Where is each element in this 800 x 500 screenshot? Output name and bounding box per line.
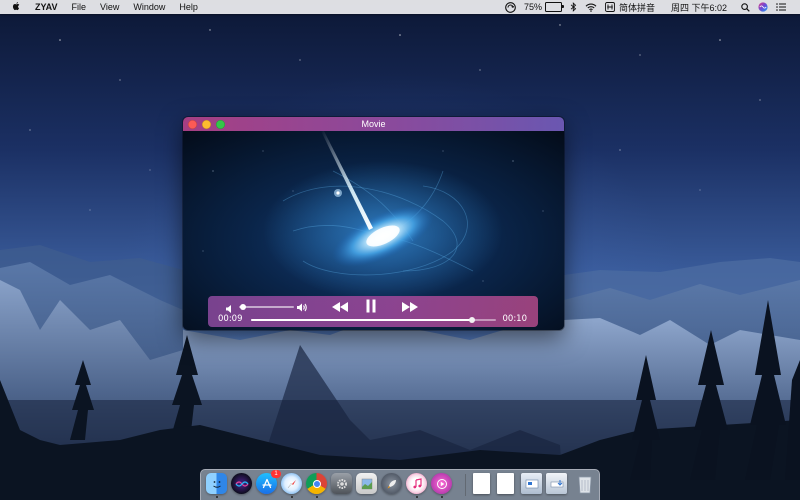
volume-slider[interactable] (239, 304, 294, 310)
finder-icon[interactable] (206, 473, 227, 494)
fullscreen-window-button[interactable] (216, 119, 225, 129)
app-store-badge: 1 (271, 470, 281, 478)
document-icon[interactable] (473, 473, 490, 494)
spotlight-search-icon[interactable] (741, 2, 750, 12)
window-title: Movie (361, 119, 386, 129)
rewind-button[interactable] (331, 300, 349, 318)
total-duration: 00:10 (502, 314, 528, 324)
notification-center-icon[interactable] (776, 3, 786, 11)
finder-running-indicator (216, 496, 218, 498)
menu-bar: ZYAV File View Window Help 75% 简体拼音 周四 下… (0, 0, 800, 14)
music-icon[interactable] (406, 473, 427, 494)
chrome-running-indicator (316, 496, 318, 498)
siri-icon[interactable] (231, 473, 252, 494)
bluetooth-icon[interactable] (570, 2, 577, 12)
pause-button[interactable] (365, 299, 377, 318)
dock-separator (465, 474, 466, 496)
trash-icon[interactable] (574, 473, 595, 494)
seek-bar-knob[interactable] (468, 317, 475, 323)
app-store-icon[interactable]: 1 (256, 470, 281, 494)
battery-status[interactable]: 75% (523, 2, 564, 12)
itunes-running-indicator (416, 496, 418, 498)
player-app-running-indicator (441, 496, 443, 498)
menu-app-name[interactable]: ZYAV (35, 0, 58, 14)
menu-window[interactable]: Window (133, 0, 165, 14)
volume-slider-knob[interactable] (240, 304, 246, 310)
safari-icon[interactable] (281, 473, 302, 494)
volume-max-icon[interactable] (296, 300, 308, 318)
menubar-clock[interactable]: 周四 下午6:02 (671, 1, 727, 14)
menu-help[interactable]: Help (179, 0, 198, 14)
folder-stack-icon[interactable] (521, 473, 542, 494)
fast-forward-button[interactable] (401, 300, 419, 318)
sync-status-icon[interactable] (505, 1, 516, 13)
document-icon[interactable] (497, 473, 514, 494)
preview-icon[interactable] (356, 473, 377, 494)
gear-icon[interactable] (331, 473, 352, 494)
rocket-icon[interactable] (381, 473, 402, 494)
input-method-label[interactable]: 简体拼音 (619, 1, 655, 14)
dock: 1 (200, 469, 600, 500)
close-window-button[interactable] (188, 119, 197, 129)
window-titlebar[interactable]: Movie (183, 117, 564, 131)
safari-running-indicator (291, 496, 293, 498)
download-stack-icon[interactable] (546, 473, 567, 494)
menu-view[interactable]: View (100, 0, 119, 14)
menu-file[interactable]: File (72, 0, 87, 14)
current-time: 00:09 (218, 314, 243, 324)
battery-icon (544, 2, 564, 12)
playback-controls: 00:09 00:10 (208, 296, 538, 327)
wifi-icon[interactable] (585, 3, 597, 12)
player-app-icon[interactable] (431, 473, 452, 494)
seek-bar[interactable] (251, 317, 496, 323)
movie-player-window[interactable]: Movie 00:09 00:10 (183, 117, 564, 330)
apple-menu-icon[interactable] (12, 1, 21, 14)
minimize-window-button[interactable] (202, 119, 211, 129)
chrome-icon[interactable] (306, 473, 327, 494)
input-method-icon[interactable] (605, 2, 615, 12)
battery-percent: 75% (523, 2, 542, 12)
siri-icon[interactable] (758, 2, 768, 12)
